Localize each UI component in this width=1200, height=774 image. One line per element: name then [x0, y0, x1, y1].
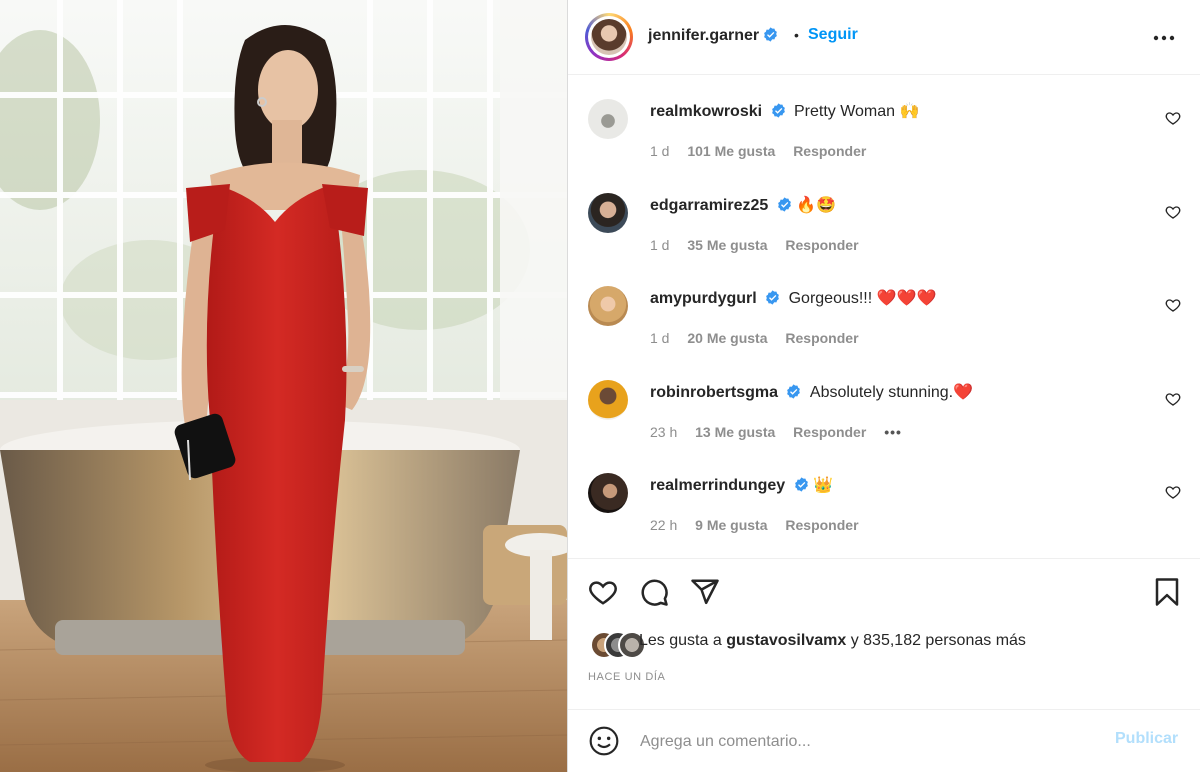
commenter-username[interactable]: realmkowroski [650, 103, 762, 120]
comment-emoji: 🔥🤩 [796, 195, 837, 214]
comment-line: realmerrindungey 👑 [650, 475, 833, 495]
commenter-avatar[interactable] [588, 473, 628, 513]
comment-line: amypurdygurl Gorgeous!!! ❤️❤️❤️ [650, 288, 936, 308]
heart-icon[interactable] [1165, 391, 1181, 407]
bookmark-icon[interactable] [1152, 577, 1182, 607]
verified-icon [766, 290, 780, 305]
author-username[interactable]: jennifer.garner [648, 27, 778, 45]
header-separator: • [794, 27, 799, 43]
comment-icon[interactable] [639, 577, 669, 607]
heart-icon[interactable] [1165, 110, 1181, 126]
likes-suffix[interactable]: y 835,182 personas más [851, 632, 1026, 649]
more-options-icon[interactable] [1152, 28, 1176, 48]
post-header: jennifer.garner • Seguir [568, 0, 1200, 75]
comment-composer: Publicar [568, 709, 1200, 774]
comment-likes[interactable]: 101 Me gusta [687, 143, 775, 159]
like-heart-icon[interactable] [588, 577, 618, 607]
comment-likes[interactable]: 13 Me gusta [695, 424, 775, 440]
author-username-text: jennifer.garner [648, 27, 760, 44]
comment-item: robinrobertsgma Absolutely stunning.❤️ 2… [568, 357, 1200, 450]
reply-button[interactable]: Responder [785, 237, 858, 253]
comment-input[interactable] [638, 728, 1082, 756]
comment-time[interactable]: 1 d [650, 330, 669, 346]
comment-likes[interactable]: 35 Me gusta [687, 237, 767, 253]
comment-line: robinrobertsgma Absolutely stunning.❤️ [650, 382, 973, 402]
comment-meta: 22 h 9 Me gusta Responder [650, 517, 873, 533]
commenter-avatar[interactable] [588, 286, 628, 326]
commenter-avatar[interactable] [588, 99, 628, 139]
heart-icon[interactable] [1165, 204, 1181, 220]
comment-text: Gorgeous!!! [788, 290, 873, 307]
publish-button[interactable]: Publicar [1115, 730, 1178, 748]
comment-item: realmkowroski Pretty Woman 🙌 1 d 101 Me … [568, 76, 1200, 169]
comment-line: realmkowroski Pretty Woman 🙌 [650, 101, 919, 121]
likes-prefix: Les gusta a [639, 632, 722, 649]
comment-meta: 1 d 101 Me gusta Responder [650, 143, 880, 159]
comment-item: amypurdygurl Gorgeous!!! ❤️❤️❤️ 1 d 20 M… [568, 263, 1200, 356]
follow-button[interactable]: Seguir [808, 26, 858, 44]
commenter-username[interactable]: edgarramirez25 [650, 197, 768, 214]
comment-options-icon[interactable]: ••• [884, 424, 902, 440]
comment-emoji: 👑 [813, 475, 833, 494]
heart-icon[interactable] [1165, 484, 1181, 500]
comment-time[interactable]: 23 h [650, 424, 677, 440]
comment-likes[interactable]: 9 Me gusta [695, 517, 767, 533]
post-actions: Les gusta a gustavosilvamx y 835,182 per… [568, 558, 1200, 773]
commenter-avatar[interactable] [588, 193, 628, 233]
share-icon[interactable] [690, 577, 720, 607]
commenter-username[interactable]: realmerrindungey [650, 477, 785, 494]
comment-item: realmerrindungey 👑 22 h 9 Me gusta Respo… [568, 450, 1200, 543]
verified-icon [764, 27, 778, 42]
commenter-username[interactable]: amypurdygurl [650, 290, 757, 307]
comment-time[interactable]: 1 d [650, 143, 669, 159]
verified-icon [794, 477, 808, 492]
comment-meta: 1 d 35 Me gusta Responder [650, 237, 873, 253]
emoji-icon[interactable] [588, 725, 620, 757]
commenter-username[interactable]: robinrobertsgma [650, 384, 778, 401]
verified-icon [787, 384, 801, 399]
comment-time[interactable]: 1 d [650, 237, 669, 253]
commenter-avatar[interactable] [588, 380, 628, 420]
reply-button[interactable]: Responder [793, 424, 866, 440]
reply-button[interactable]: Responder [785, 517, 858, 533]
comment-text: Absolutely stunning. [809, 384, 954, 401]
reply-button[interactable]: Responder [785, 330, 858, 346]
comment-line: edgarramirez25 🔥🤩 [650, 195, 836, 215]
comment-text: Pretty Woman [793, 103, 896, 120]
comment-emoji: 🙌 [899, 101, 920, 120]
comment-item: edgarramirez25 🔥🤩 1 d 35 Me gusta Respon… [568, 170, 1200, 263]
post-timestamp[interactable]: HACE UN DÍA [588, 671, 666, 683]
comment-meta: 23 h 13 Me gusta Responder ••• [650, 424, 916, 440]
likes-user[interactable]: gustavosilvamx [726, 632, 846, 649]
comment-time[interactable]: 22 h [650, 517, 677, 533]
verified-icon [777, 197, 791, 212]
comments-list: realmkowroski Pretty Woman 🙌 1 d 101 Me … [568, 76, 1200, 558]
verified-icon [771, 103, 785, 118]
heart-icon[interactable] [1165, 297, 1181, 313]
comment-likes[interactable]: 20 Me gusta [687, 330, 767, 346]
post-image[interactable] [0, 0, 567, 772]
post-sidebar: jennifer.garner • Seguir realmkowroski P… [568, 0, 1200, 772]
likes-summary[interactable]: Les gusta a gustavosilvamx y 835,182 per… [639, 632, 1026, 650]
post-photo-illustration [0, 0, 567, 772]
comment-emoji: ❤️❤️❤️ [876, 288, 937, 307]
comment-meta: 1 d 20 Me gusta Responder [650, 330, 873, 346]
reply-button[interactable]: Responder [793, 143, 866, 159]
comment-emoji: ❤️ [953, 382, 974, 401]
author-avatar[interactable] [585, 13, 633, 61]
